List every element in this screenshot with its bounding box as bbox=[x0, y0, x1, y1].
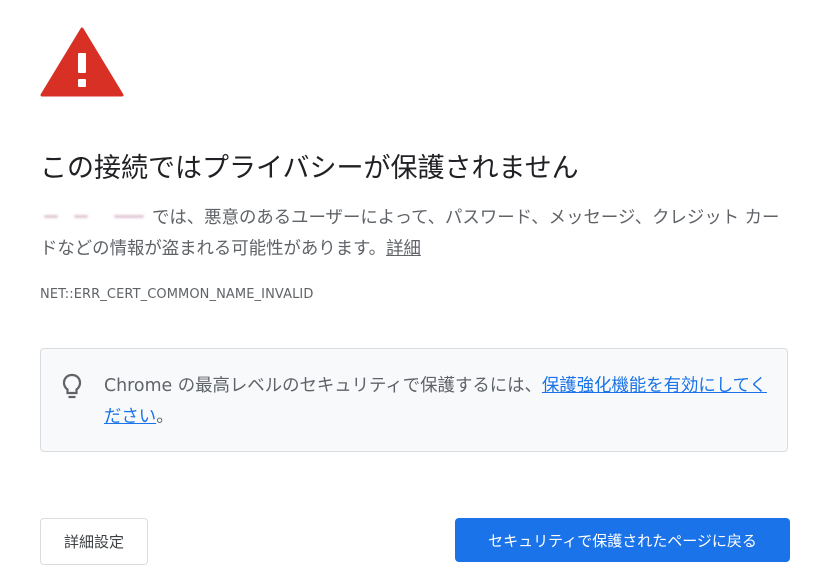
enhanced-protection-suffix: 。 bbox=[156, 407, 174, 427]
error-code: NET::ERR_CERT_COMMON_NAME_INVALID bbox=[40, 287, 314, 302]
enhanced-protection-box: Chrome の最高レベルのセキュリティで保護するには、保護強化機能を有効にして… bbox=[40, 348, 788, 452]
advanced-button[interactable]: 詳細設定 bbox=[40, 518, 148, 565]
blurred-hostname bbox=[40, 210, 152, 224]
details-link[interactable]: 詳細 bbox=[386, 239, 421, 259]
warning-triangle-icon bbox=[40, 27, 124, 97]
warning-message: では、悪意のあるユーザーによって、パスワード、メッセージ、クレジット カードなど… bbox=[40, 203, 790, 265]
enhanced-protection-prefix: Chrome の最高レベルのセキュリティで保護するには、 bbox=[104, 376, 542, 396]
lightbulb-icon bbox=[62, 373, 82, 399]
page-title: この接続ではプライバシーが保護されません bbox=[40, 153, 579, 184]
enhanced-protection-text: Chrome の最高レベルのセキュリティで保護するには、保護強化機能を有効にして… bbox=[104, 371, 769, 433]
back-to-safety-button[interactable]: セキュリティで保護されたページに戻る bbox=[455, 518, 790, 562]
